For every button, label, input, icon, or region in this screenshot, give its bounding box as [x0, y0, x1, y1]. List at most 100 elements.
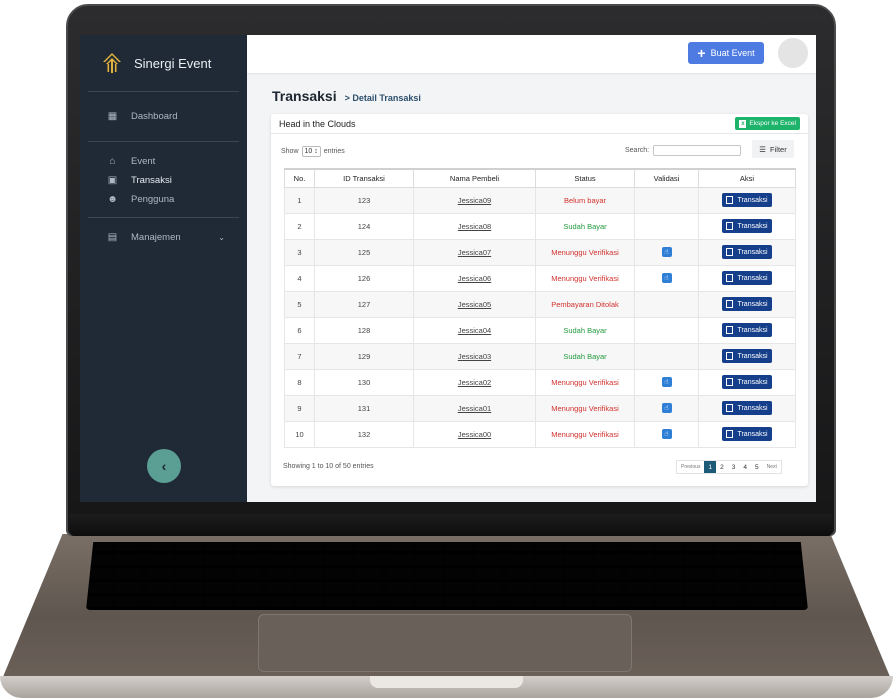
sliders-icon: ☰: [759, 144, 767, 154]
col-header-status[interactable]: Status: [535, 168, 635, 188]
breadcrumb-detail[interactable]: > Detail Transaksi: [345, 93, 421, 103]
cell-status: Sudah Bayar: [535, 213, 635, 240]
transaction-button-label: Transaksi: [737, 300, 768, 308]
table-row: 6 128 Jessica04 Sudah Bayar Transaksi: [284, 317, 796, 344]
col-header-buyer[interactable]: Nama Pembeli: [413, 168, 536, 188]
page-length-select[interactable]: 10 ↕: [301, 146, 321, 157]
status-text: Menunggu Verifikasi: [551, 273, 619, 283]
pagination-page[interactable]: 4: [739, 461, 751, 473]
collapse-sidebar-button[interactable]: ‹: [147, 449, 181, 483]
validate-icon[interactable]: ☝: [661, 429, 672, 439]
transaction-detail-button[interactable]: Transaksi: [722, 401, 772, 415]
transaction-detail-button[interactable]: Transaksi: [722, 349, 772, 363]
document-icon: [726, 196, 734, 204]
transaction-detail-button[interactable]: Transaksi: [722, 323, 772, 337]
transaction-detail-button[interactable]: Transaksi: [722, 297, 772, 311]
transaction-button-label: Transaksi: [737, 274, 768, 282]
buyer-link[interactable]: Jessica01: [458, 404, 491, 413]
sidebar-item-label: Manajemen: [131, 232, 181, 243]
buyer-link[interactable]: Jessica05: [458, 300, 491, 309]
validate-icon[interactable]: ☝: [661, 403, 672, 413]
entries-label: entries: [323, 148, 345, 155]
pagination-page[interactable]: 5: [751, 461, 763, 473]
export-excel-button[interactable]: x Ekspor ke Excel: [735, 117, 800, 130]
search-label: Search:: [625, 147, 650, 154]
cell-action: Transaksi: [698, 343, 796, 370]
cell-action: Transaksi: [698, 265, 796, 292]
cell-validation: ☝: [634, 369, 699, 396]
page-title: Transaksi: [272, 88, 337, 104]
pagination-next[interactable]: Next: [763, 461, 781, 473]
pagination-previous[interactable]: Previous: [677, 461, 704, 473]
nav-group-event: ⌂ Event ▣ Transaksi ☻ Pengguna: [80, 142, 247, 217]
buyer-link[interactable]: Jessica03: [458, 352, 491, 361]
sidebar-item-transaksi[interactable]: ▣ Transaksi: [80, 171, 247, 190]
document-icon: [726, 404, 734, 412]
cell-no: 7: [284, 343, 315, 370]
filter-button[interactable]: ☰ Filter: [752, 140, 794, 158]
nav-group-main: ▦ Dashboard: [80, 92, 247, 141]
sidebar-item-event[interactable]: ⌂ Event: [80, 152, 247, 171]
page-length-control: Show 10 ↕ entries: [281, 146, 345, 157]
cell-action: Transaksi: [698, 395, 796, 422]
status-text: Sudah Bayar: [563, 351, 607, 361]
cell-buyer: Jessica01: [413, 395, 536, 422]
col-header-action[interactable]: Aksi: [698, 168, 796, 188]
buyer-link[interactable]: Jessica06: [458, 274, 491, 283]
cell-validation: [634, 291, 699, 318]
buyer-link[interactable]: Jessica08: [458, 222, 491, 231]
cell-status: Sudah Bayar: [535, 317, 635, 344]
transaction-detail-button[interactable]: Transaksi: [722, 271, 772, 285]
cell-status: Menunggu Verifikasi: [535, 265, 635, 292]
pagination: Previous 1 2 3 4 5 Next: [676, 460, 782, 474]
create-event-button[interactable]: + Buat Event: [688, 42, 764, 64]
search-control: Search:: [625, 145, 742, 156]
transaction-detail-button[interactable]: Transaksi: [722, 427, 772, 441]
table-row: 2 124 Jessica08 Sudah Bayar Transaksi: [284, 213, 796, 240]
table-body: 1 123 Jessica09 Belum bayar Transaksi 2 124 Jes…: [284, 187, 796, 448]
pagination-page[interactable]: 3: [728, 461, 740, 473]
pagination-page[interactable]: 2: [716, 461, 728, 473]
validate-icon[interactable]: ☝: [661, 273, 672, 283]
cell-id: 124: [314, 213, 414, 240]
cell-validation: ☝: [634, 421, 699, 448]
laptop-hinge: [70, 514, 832, 536]
avatar[interactable]: [778, 38, 808, 68]
sidebar-item-pengguna[interactable]: ☻ Pengguna: [80, 190, 247, 209]
buyer-link[interactable]: Jessica02: [458, 378, 491, 387]
col-header-no[interactable]: No.: [284, 168, 315, 188]
breadcrumb: Transaksi > Detail Transaksi: [272, 88, 421, 104]
validate-icon[interactable]: ☝: [661, 377, 672, 387]
cell-buyer: Jessica00: [413, 421, 536, 448]
buyer-link[interactable]: Jessica09: [458, 196, 491, 205]
cell-no: 5: [284, 291, 315, 318]
status-text: Sudah Bayar: [563, 221, 607, 231]
transaction-detail-button[interactable]: Transaksi: [722, 193, 772, 207]
cell-validation: ☝: [634, 239, 699, 266]
cell-id: 132: [314, 421, 414, 448]
document-icon: [726, 352, 734, 360]
status-text: Menunggu Verifikasi: [551, 247, 619, 257]
cell-validation: [634, 317, 699, 344]
show-label: Show: [281, 148, 299, 155]
transaction-detail-button[interactable]: Transaksi: [722, 375, 772, 389]
laptop-keyboard: [86, 542, 808, 610]
pagination-page[interactable]: 1: [704, 461, 717, 473]
brand[interactable]: Sinergi Event: [80, 35, 247, 91]
validate-icon[interactable]: ☝: [661, 247, 672, 257]
buyer-link[interactable]: Jessica00: [458, 430, 491, 439]
cell-id: 123: [314, 187, 414, 214]
document-icon: [726, 326, 734, 334]
sidebar-item-manajemen[interactable]: ▤ Manajemen ⌄: [80, 228, 247, 247]
cell-buyer: Jessica03: [413, 343, 536, 370]
sidebar-item-dashboard[interactable]: ▦ Dashboard: [80, 107, 247, 126]
col-header-id[interactable]: ID Transaksi: [314, 168, 414, 188]
transaction-detail-button[interactable]: Transaksi: [722, 219, 772, 233]
buyer-link[interactable]: Jessica04: [458, 326, 491, 335]
table-row: 9 131 Jessica01 Menunggu Verifikasi ☝ Transak…: [284, 395, 796, 422]
transaction-detail-button[interactable]: Transaksi: [722, 245, 772, 259]
col-header-validation[interactable]: Validasi: [634, 168, 699, 188]
search-input[interactable]: [653, 145, 742, 156]
cell-id: 128: [314, 317, 414, 344]
buyer-link[interactable]: Jessica07: [458, 248, 491, 257]
